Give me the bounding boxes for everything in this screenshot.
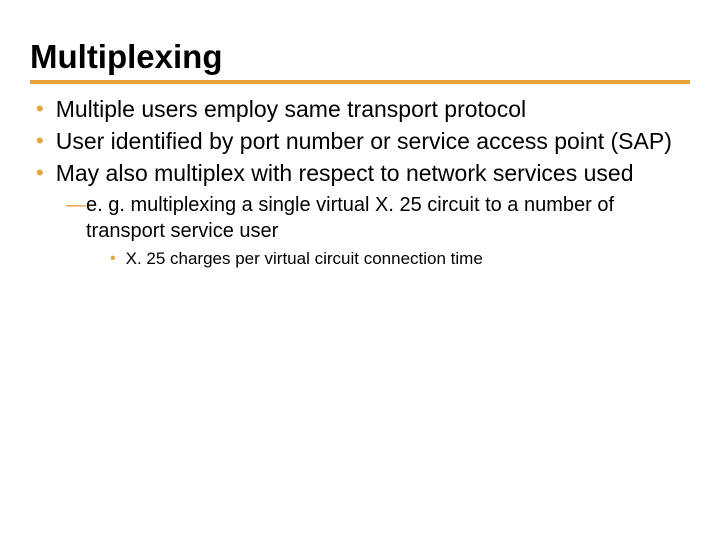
bullet-item: • May also multiplex with respect to net… (32, 158, 690, 188)
dash-icon: — (66, 192, 84, 218)
slide-title: Multiplexing (30, 38, 690, 76)
bullet-icon: • (36, 126, 44, 156)
title-underline (30, 80, 690, 84)
sub-sub-bullet-item: • X. 25 charges per virtual circuit conn… (110, 248, 690, 270)
bullet-icon: • (36, 158, 44, 188)
bullet-text: Multiple users employ same transport pro… (56, 94, 690, 124)
sub-bullet-text: e. g. multiplexing a single virtual X. 2… (86, 192, 690, 244)
bullet-item: • Multiple users employ same transport p… (32, 94, 690, 124)
slide-content: • Multiple users employ same transport p… (30, 94, 690, 270)
slide: Multiplexing • Multiple users employ sam… (0, 0, 720, 540)
bullet-item: • User identified by port number or serv… (32, 126, 690, 156)
sub-sub-bullet-text: X. 25 charges per virtual circuit connec… (126, 248, 690, 270)
bullet-text: May also multiplex with respect to netwo… (56, 158, 690, 188)
bullet-icon: • (36, 94, 44, 124)
sub-bullet-item: — e. g. multiplexing a single virtual X.… (66, 192, 690, 244)
bullet-icon: • (110, 248, 116, 270)
bullet-text: User identified by port number or servic… (56, 126, 690, 156)
